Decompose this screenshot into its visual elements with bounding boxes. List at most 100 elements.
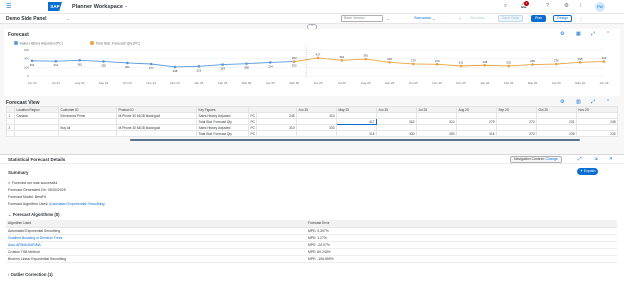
explain-button[interactable]: ✦ Explain	[577, 168, 599, 175]
x-tick-label: May 25	[289, 81, 299, 85]
data-label: 335	[101, 63, 106, 67]
y-tick-label: 200	[24, 65, 29, 69]
data-point[interactable]	[578, 61, 582, 64]
navigation-context: Navigation Context: Change	[510, 156, 562, 163]
data-point[interactable]	[316, 56, 320, 60]
forecast-model: Forecast Model: BestFit	[8, 195, 46, 199]
data-point[interactable]	[149, 62, 153, 66]
data-point[interactable]	[30, 59, 34, 63]
table-cell[interactable]: 270	[496, 130, 537, 137]
x-tick-label: Dec 24	[170, 81, 180, 85]
data-point[interactable]	[292, 60, 296, 63]
table-cell[interactable]: 316	[456, 130, 497, 137]
table-cell[interactable]	[256, 130, 297, 137]
table-cell[interactable]: 233	[576, 130, 618, 137]
x-tick-label: Jun 26	[599, 81, 608, 85]
table-cell	[58, 130, 117, 137]
pin-icon[interactable]: ⇲	[594, 156, 598, 162]
expand-panel-icon[interactable]: ⤢	[578, 156, 582, 161]
algorithm-used-link[interactable]: Automated Exponential Smoothing	[49, 202, 104, 206]
algorithm-row[interactable]: Auto-ARIMA/SARIMA MPE: -20.07%	[6, 241, 617, 249]
data-label: 208	[173, 69, 178, 73]
data-label: 277	[149, 66, 154, 70]
x-tick-label: Mar 25	[242, 81, 252, 85]
forecast-algorithms-heading: Forecast Algorithms (5)	[12, 212, 60, 217]
data-point[interactable]	[483, 63, 487, 67]
x-tick-label: Oct 25	[409, 81, 418, 85]
x-tick-label: Apr 25	[266, 81, 275, 85]
x-tick-label: Apr 26	[552, 81, 561, 85]
grid-settings-icon[interactable]: ⚙	[560, 99, 564, 105]
x-tick-label: Feb 26	[504, 81, 514, 85]
table-cell[interactable]: 353	[416, 130, 457, 137]
data-point[interactable]	[269, 61, 272, 64]
table-cell[interactable]: 239	[536, 130, 577, 137]
algorithm-row[interactable]: Brown's Linear Exponential Smoothing MPE:…	[6, 255, 617, 263]
data-label: 391	[363, 54, 368, 58]
algorithm-name-cell: Brown's Linear Exponential Smoothing	[6, 255, 306, 263]
algorithm-error: MPE: -20.07%	[306, 241, 617, 249]
data-label: 263	[220, 67, 225, 71]
data-point[interactable]	[507, 64, 510, 68]
data-point[interactable]	[126, 61, 129, 65]
data-point[interactable]	[340, 59, 344, 62]
data-point[interactable]	[221, 63, 224, 66]
outlier-correction-section[interactable]: › Outlier Correction (1)	[8, 272, 53, 277]
forecast-line-chart: 600 400 200 0 Jun 24 Jul 24 Aug 24 Sep 24 Oct 24…	[24, 46, 609, 85]
algorithm-row[interactable]: Automated Exponential Smoothing MPE: 0.30…	[6, 227, 617, 235]
horizontal-scrollbar[interactable]	[130, 139, 580, 141]
x-tick-label: Jan 25	[194, 81, 203, 85]
table-cell[interactable]: 330	[376, 130, 417, 137]
algorithm-error: MPE: 80.243%	[306, 248, 617, 256]
data-point[interactable]	[197, 65, 201, 68]
table-row[interactable]: Total Stat. Forecast Qty PC 315 330 353 316 27…	[6, 130, 618, 137]
data-label: 417	[316, 52, 321, 56]
algorithm-used: Forecast Algorithm Used: Automated Expon…	[8, 202, 105, 206]
algorithm-link[interactable]: Gradient Boosting of Decision Trees	[8, 236, 62, 240]
data-label: 314	[268, 64, 273, 68]
algorithm-name-cell: Auto-ARIMA/SARIMA	[6, 241, 306, 249]
data-point[interactable]	[54, 59, 58, 63]
data-point[interactable]	[459, 64, 463, 68]
data-label: 333	[292, 64, 297, 68]
data-point[interactable]	[435, 63, 439, 66]
data-label: 316	[387, 57, 392, 61]
algorithm-row[interactable]: Gradient Boosting of Decision Trees MPE: …	[6, 234, 617, 242]
x-tick-label: Jul 25	[338, 81, 346, 85]
data-point[interactable]	[173, 65, 177, 69]
x-tick-label: Oct 24	[123, 81, 132, 85]
grid-fullscreen-icon[interactable]: ⤢	[591, 99, 595, 105]
data-point[interactable]	[388, 61, 391, 64]
nav-context-change-link[interactable]: Change	[546, 157, 558, 161]
data-point[interactable]	[245, 62, 248, 65]
series-line	[31, 59, 295, 68]
algorithm-row[interactable]: Croston TSB Method MPE: 80.243%	[6, 248, 617, 256]
data-point[interactable]	[602, 60, 606, 63]
algorithm-link[interactable]: Auto-ARIMA/SARIMA	[8, 243, 41, 247]
table-cell: PC	[248, 130, 257, 137]
data-point[interactable]	[78, 59, 81, 62]
chart-view-icon[interactable]: ▥	[576, 99, 581, 105]
data-point[interactable]	[102, 60, 105, 63]
algorithms-table: Algorithm Used Forecast Error Automated …	[6, 220, 617, 263]
grid-collapse-icon[interactable]: ⌃	[606, 99, 610, 105]
algorithm-used-prefix: Forecast Algorithm Used:	[8, 202, 49, 206]
table-cell[interactable]: 315	[336, 130, 377, 137]
data-label: 270	[435, 59, 440, 63]
algorithm-name-cell: Automated Exponential Smoothing	[6, 227, 306, 235]
details-title: Statistical Forecast Details	[8, 157, 66, 162]
close-icon[interactable]: ✕	[609, 156, 613, 162]
table-cell: Total Stat. Forecast Qty	[196, 130, 249, 137]
table-cell	[6, 130, 15, 137]
data-label: 285	[244, 66, 249, 70]
data-point[interactable]	[364, 57, 367, 61]
x-tick-label: Mar 26	[528, 81, 538, 85]
data-point[interactable]	[412, 62, 415, 66]
data-point[interactable]	[555, 62, 558, 66]
forecast-algorithms-section[interactable]: ⌄ Forecast Algorithms (5)	[8, 212, 60, 217]
y-tick-label: 400	[24, 57, 29, 61]
data-label: 301	[125, 65, 130, 69]
data-point[interactable]	[531, 63, 534, 66]
table-cell[interactable]	[296, 130, 337, 137]
table-cell	[14, 130, 59, 137]
